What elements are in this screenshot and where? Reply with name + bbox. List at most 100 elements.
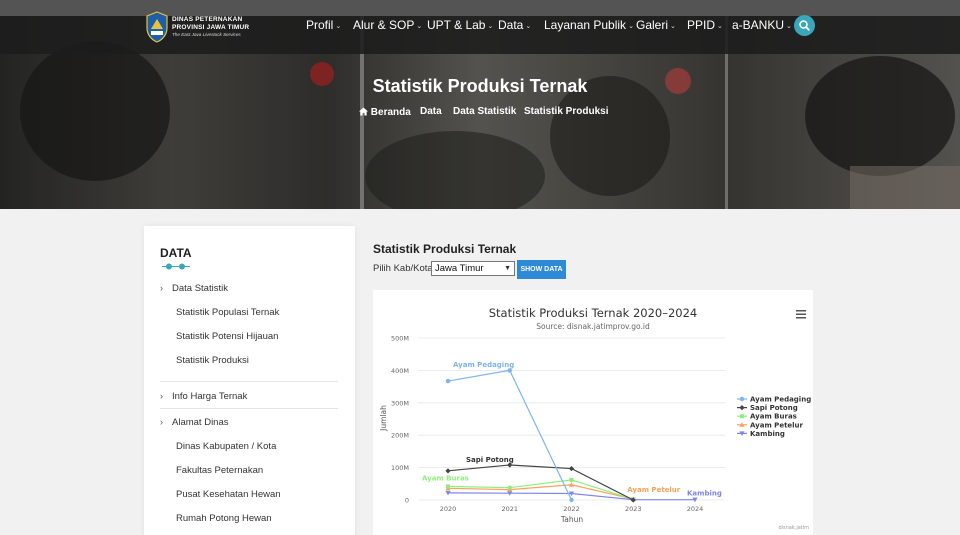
chart-title: Statistik Produksi Ternak 2020–2024 — [489, 306, 698, 320]
breadcrumb-item[interactable]: Data — [420, 106, 442, 117]
sidebar-item-puskeswan[interactable]: Pusat Kesehatan Hewan — [176, 489, 281, 500]
chart-credit: disnak.jatim — [778, 525, 809, 531]
show-data-button[interactable]: SHOW DATA — [517, 260, 566, 279]
sidebar-item-hijauan[interactable]: Statistik Potensi Hijauan — [176, 331, 278, 342]
top-navbar: DINAS PETERNAKAN PROVINSI JAWA TIMUR The… — [0, 0, 960, 54]
x-tick-label: 2020 — [440, 505, 457, 513]
nav-alur-sop[interactable]: Alur & SOP ⌄ — [353, 18, 422, 32]
chevron-right-icon: › — [160, 417, 163, 427]
data-label: Ayam Pedaging — [453, 361, 514, 369]
x-axis-label: Tahun — [560, 515, 583, 524]
search-button[interactable] — [794, 15, 815, 36]
nav-label: PPID — [687, 18, 716, 32]
x-tick-label: 2023 — [625, 505, 642, 513]
sidebar-section-info-harga[interactable]: › Info Harga Ternak — [160, 391, 247, 402]
y-tick-label: 400M — [391, 367, 409, 375]
data-point[interactable] — [740, 414, 744, 419]
nav-ppid[interactable]: PPID ⌄ — [687, 18, 723, 32]
data-point[interactable] — [446, 484, 450, 489]
section-title: Statistik Produksi Ternak — [373, 242, 517, 256]
chart-container: Statistik Produksi Ternak 2020–2024 Sour… — [373, 290, 813, 535]
logo-line-1: DINAS PETERNAKAN — [172, 16, 243, 23]
legend-item[interactable]: Kambing — [750, 430, 785, 438]
filter-label: Pilih Kab/Kota — [373, 263, 433, 274]
data-point[interactable] — [568, 465, 575, 472]
legend-item[interactable]: Sapi Potong — [750, 404, 798, 412]
chart-legend[interactable]: Ayam PedagingSapi PotongAyam BurasAyam P… — [737, 396, 811, 438]
sidebar-heading: DATA — [160, 246, 192, 260]
kab-kota-select[interactable]: Jawa Timur ▼ — [431, 261, 515, 276]
y-tick-label: 500M — [391, 335, 409, 343]
sidebar-item-rph[interactable]: Rumah Potong Hewan — [176, 513, 272, 524]
y-tick-label: 300M — [391, 399, 409, 407]
nav-galeri[interactable]: Galeri ⌄ — [636, 18, 676, 32]
data-label: Ayam Petelur — [627, 486, 681, 494]
nav-label: Alur & SOP — [353, 18, 415, 32]
chevron-down-icon: ▼ — [504, 265, 511, 272]
east-java-seal-icon — [146, 11, 168, 43]
x-tick-label: 2021 — [501, 505, 518, 513]
nav-label: Data — [498, 18, 524, 32]
nav-a-banku[interactable]: a-BANKU ⌄ — [732, 18, 792, 32]
chevron-down-icon: ⌄ — [335, 23, 342, 30]
y-axis-ticks: 0 100M 200M 300M 400M 500M — [391, 335, 409, 505]
nav-label: Layanan Publik — [544, 18, 627, 32]
data-point[interactable] — [739, 405, 745, 411]
y-tick-label: 200M — [391, 432, 409, 440]
x-tick-label: 2022 — [563, 505, 580, 513]
chevron-right-icon: › — [160, 391, 163, 401]
select-value: Jawa Timur — [435, 263, 484, 274]
nav-layanan-publik[interactable]: Layanan Publik ⌄ — [544, 18, 634, 32]
chevron-down-icon: ⌄ — [717, 23, 723, 30]
logo-line-2: PROVINSI JAWA TIMUR — [172, 24, 250, 31]
breadcrumb-home[interactable]: Beranda — [359, 106, 411, 118]
breadcrumb-item[interactable]: Data Statistik — [453, 106, 516, 117]
data-point[interactable] — [507, 485, 512, 490]
series-line[interactable] — [447, 464, 634, 501]
sidebar-section-alamat-dinas[interactable]: › Alamat Dinas — [160, 417, 229, 428]
chevron-down-icon: ⌄ — [670, 23, 676, 30]
sidebar-item-fakultas[interactable]: Fakultas Peternakan — [176, 465, 263, 476]
sidebar-item-populasi[interactable]: Statistik Populasi Ternak — [176, 307, 279, 318]
data-point[interactable] — [569, 477, 574, 482]
hamburger-icon[interactable] — [796, 310, 806, 319]
sidebar-section-label: Data Statistik — [172, 283, 228, 294]
nav-profil[interactable]: Profil ⌄ — [306, 18, 341, 32]
x-tick-label: 2024 — [687, 505, 704, 513]
legend-item[interactable]: Ayam Petelur — [750, 421, 804, 429]
data-point[interactable] — [739, 396, 745, 402]
nav-data[interactable]: Data ⌄ — [498, 18, 531, 32]
nav-upt-lab[interactable]: UPT & Lab ⌄ — [427, 18, 493, 32]
chevron-down-icon: ⌄ — [786, 23, 792, 30]
chart-data-labels: Ayam Pedaging Sapi Potong Ayam Buras Ayam P… — [422, 361, 722, 498]
data-label: Ayam Buras — [422, 474, 469, 482]
data-label: Kambing — [687, 490, 722, 498]
legend-item[interactable]: Ayam Buras — [750, 413, 797, 421]
sidebar-section-data-statistik[interactable]: › Data Statistik — [160, 283, 228, 294]
page-title: Statistik Produksi Ternak — [372, 76, 588, 96]
nav-label: Profil — [306, 18, 334, 32]
chevron-down-icon: ⌄ — [628, 23, 634, 30]
sidebar-item-produksi[interactable]: Statistik Produksi — [176, 355, 249, 366]
search-icon — [799, 20, 810, 31]
home-icon — [359, 107, 368, 116]
y-axis-label: Jumlah — [379, 405, 388, 432]
legend-item[interactable]: Ayam Pedaging — [750, 396, 811, 404]
nav-label: a-BANKU — [732, 18, 785, 32]
y-tick-label: 0 — [405, 497, 409, 505]
x-axis-ticks: 2020 2021 2022 2023 2024 — [440, 505, 704, 513]
sidebar-item-dinas-kabupaten[interactable]: Dinas Kabupaten / Kota — [176, 441, 276, 452]
chevron-down-icon: ⌄ — [487, 23, 494, 30]
breadcrumb-item: Beranda — [370, 107, 411, 118]
sidebar: DATA › Data Statistik Statistik Populasi… — [144, 226, 355, 535]
nav-label: UPT & Lab — [427, 18, 486, 32]
line-chart: Statistik Produksi Ternak 2020–2024 Sour… — [379, 306, 811, 531]
data-label: Sapi Potong — [466, 456, 514, 464]
data-point[interactable] — [445, 468, 451, 474]
y-tick-label: 100M — [391, 464, 409, 472]
site-logo[interactable]: DINAS PETERNAKAN PROVINSI JAWA TIMUR The… — [146, 11, 250, 45]
data-point[interactable] — [569, 497, 574, 503]
data-point[interactable] — [445, 378, 451, 384]
divider — [160, 408, 338, 409]
chevron-down-icon: ⌄ — [416, 23, 423, 30]
